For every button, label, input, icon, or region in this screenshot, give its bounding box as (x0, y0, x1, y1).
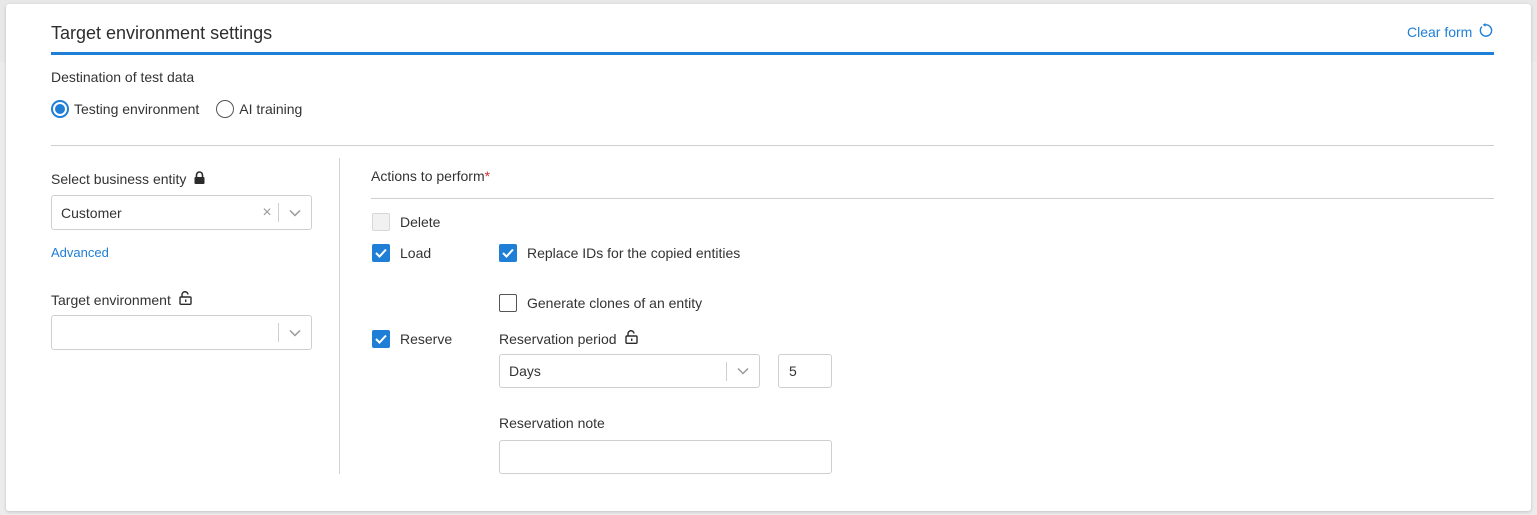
destination-label: Destination of test data (51, 69, 195, 85)
actions-label-text: Actions to perform (371, 168, 485, 184)
checkbox-empty-icon (499, 294, 517, 312)
target-environment-label-row: Target environment (51, 291, 192, 308)
checkbox-disabled-icon (372, 213, 390, 231)
replace-ids-checkbox[interactable]: Replace IDs for the copied entities (499, 244, 740, 262)
reset-icon (1478, 23, 1493, 41)
reserve-checkbox[interactable]: Reserve (372, 330, 452, 348)
radio-testing-environment-label: Testing environment (74, 101, 200, 117)
destination-radio-group: Testing environment AI training (51, 100, 319, 118)
clear-form-label: Clear form (1407, 24, 1473, 40)
load-checkbox[interactable]: Load (372, 244, 431, 262)
reserve-label: Reserve (400, 331, 453, 347)
panel-divider (339, 158, 340, 474)
load-label: Load (400, 245, 432, 261)
checkmark-icon (372, 330, 390, 348)
settings-card: Target environment settings Clear form D… (6, 4, 1531, 511)
advanced-link[interactable]: Advanced (51, 245, 109, 260)
generate-clones-checkbox[interactable]: Generate clones of an entity (499, 294, 702, 312)
target-environment-select[interactable] (51, 315, 312, 350)
reservation-amount-input[interactable]: 5 (778, 354, 832, 388)
required-mark: * (484, 168, 491, 184)
chevron-down-icon[interactable] (727, 367, 759, 375)
reservation-note-label: Reservation note (499, 415, 605, 431)
radio-testing-environment[interactable]: Testing environment (51, 100, 199, 118)
reservation-unit-select[interactable]: Days (499, 354, 760, 388)
page-title: Target environment settings (51, 23, 273, 43)
checkmark-icon (372, 244, 390, 262)
radio-ai-training[interactable]: AI training (216, 100, 302, 118)
replace-ids-label: Replace IDs for the copied entities (527, 245, 741, 261)
delete-checkbox[interactable]: Delete (372, 213, 440, 231)
lock-open-icon (179, 291, 192, 308)
radio-ai-training-label: AI training (239, 101, 303, 117)
business-entity-label-row: Select business entity (51, 171, 205, 187)
actions-divider (371, 198, 1494, 199)
lock-open-icon (624, 330, 638, 347)
business-entity-select[interactable]: Customer × (51, 195, 312, 230)
reservation-unit-value: Days (509, 363, 541, 379)
section-divider (51, 145, 1494, 146)
chevron-down-icon[interactable] (279, 209, 311, 217)
reservation-period-label: Reservation period (499, 330, 617, 347)
radio-selected-icon (51, 100, 69, 118)
generate-clones-label: Generate clones of an entity (527, 295, 703, 311)
reservation-period-label-row: Reservation period (499, 330, 638, 347)
reservation-note-input[interactable] (499, 440, 832, 474)
lock-closed-icon (194, 171, 205, 187)
target-environment-label: Target environment (51, 291, 171, 308)
business-entity-value: Customer (61, 204, 122, 221)
chevron-down-icon[interactable] (279, 329, 311, 337)
radio-unselected-icon (216, 100, 235, 118)
clear-selection-icon[interactable]: × (256, 204, 278, 222)
delete-label: Delete (400, 214, 441, 230)
clear-form-button[interactable]: Clear form (1407, 23, 1493, 41)
business-entity-label: Select business entity (51, 171, 187, 187)
title-underline (51, 52, 1494, 55)
actions-label: Actions to perform* (371, 168, 490, 184)
checkmark-icon (499, 244, 517, 262)
